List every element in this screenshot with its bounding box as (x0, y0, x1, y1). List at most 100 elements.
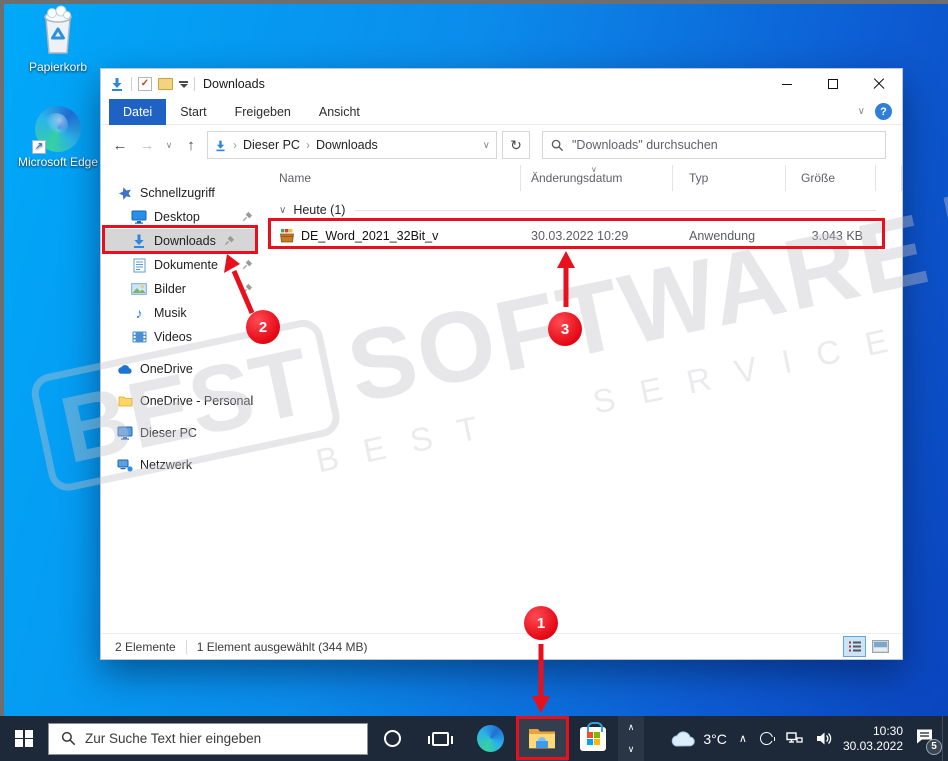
sidebar-item-desktop[interactable]: Desktop (101, 205, 269, 229)
forward-button[interactable]: → (136, 137, 158, 154)
sidebar-item-videos[interactable]: Videos (101, 325, 269, 349)
sidebar-item-onedrive[interactable]: OneDrive (101, 357, 269, 381)
cortana-button[interactable] (368, 716, 416, 761)
address-bar[interactable]: › Dieser PC › Downloads ∨ (207, 131, 497, 159)
minimize-button[interactable] (764, 69, 810, 99)
address-dropdown-icon[interactable]: ∨ (483, 140, 490, 151)
thumbnail-view-icon (872, 640, 889, 653)
desktop-icon-edge[interactable]: ↗ Microsoft Edge (14, 100, 102, 169)
column-header-name[interactable]: Name (269, 165, 521, 191)
explorer-window: ✓ Downloads Datei Start Freigeben Ansich… (100, 68, 903, 660)
downloads-icon (131, 233, 147, 249)
scroll-up-icon[interactable]: ∧ (628, 722, 635, 733)
breadcrumb-dieser-pc[interactable]: Dieser PC (243, 138, 300, 152)
column-header-typ[interactable]: Typ (673, 165, 786, 191)
new-folder-icon[interactable] (158, 78, 173, 90)
separator (194, 77, 195, 91)
task-view-button[interactable] (416, 716, 464, 761)
selection-info: 1 Element ausgewählt (344 MB) (196, 639, 368, 654)
screen-border-top (0, 0, 948, 4)
tab-datei[interactable]: Datei (109, 98, 167, 125)
folder-icon (117, 393, 133, 409)
file-list-pane: Name Änderungsdatum Typ Größe ∨ ∨ Heute … (269, 165, 902, 633)
thumbnail-view-button[interactable] (869, 636, 892, 657)
scroll-down-icon[interactable]: ∨ (628, 744, 635, 755)
taskbar: Zur Suche Text hier eingeben ∧ ∨ 3°C ∧ 1… (0, 716, 948, 761)
open-app-indicator (524, 757, 560, 760)
network-tray-icon[interactable] (786, 731, 803, 746)
sort-indicator-icon: ∨ (591, 165, 597, 174)
breadcrumb-separator: › (233, 138, 237, 152)
sidebar-item-dieser-pc[interactable]: Dieser PC (101, 421, 269, 445)
column-header-groesse[interactable]: Größe (786, 165, 876, 191)
taskbar-edge-button[interactable] (464, 716, 516, 761)
tab-start[interactable]: Start (166, 99, 220, 125)
sidebar-item-bilder[interactable]: Bilder (101, 277, 269, 301)
windows-logo-icon (15, 729, 33, 748)
action-center-button[interactable]: 5 (915, 728, 942, 755)
pin-icon (242, 259, 253, 270)
taskbar-search-box[interactable]: Zur Suche Text hier eingeben (48, 722, 368, 755)
title-bar: ✓ Downloads (101, 69, 902, 99)
file-row[interactable]: DE_Word_2021_32Bit_v 30.03.2022 10:29 An… (269, 224, 902, 247)
recent-locations-icon[interactable]: ∨ (163, 140, 175, 151)
collapse-group-icon[interactable]: ∨ (279, 205, 286, 216)
breadcrumb-downloads[interactable]: Downloads (316, 138, 378, 152)
sidebar-item-dokumente[interactable]: Dokumente (101, 253, 269, 277)
sidebar-item-musik[interactable]: ♪ Musik (101, 301, 269, 325)
sidebar-item-downloads[interactable]: Downloads (103, 229, 257, 253)
taskbar-store-button[interactable] (568, 716, 618, 761)
edge-icon (476, 725, 504, 752)
sidebar-item-netzwerk[interactable]: Netzwerk (101, 453, 269, 477)
tab-freigeben[interactable]: Freigeben (221, 99, 305, 125)
start-button[interactable] (0, 716, 48, 761)
close-icon (873, 78, 885, 90)
task-view-icon (427, 731, 453, 746)
tray-circle-icon[interactable] (759, 732, 775, 745)
clock-time: 10:30 (872, 723, 903, 738)
file-name: DE_Word_2021_32Bit_v (301, 228, 439, 243)
microsoft-store-icon (580, 721, 606, 751)
music-icon: ♪ (135, 305, 143, 321)
group-header-heute[interactable]: ∨ Heute (1) (279, 203, 876, 217)
taskbar-clock[interactable]: 10:30 30.03.2022 (843, 724, 903, 754)
taskbar-file-explorer-button[interactable] (516, 716, 568, 761)
desktop-icon-recycle-bin[interactable]: Papierkorb (14, 5, 102, 74)
documents-icon (131, 257, 147, 273)
separator (185, 639, 187, 654)
hidden-icons-chevron[interactable]: ∧ (739, 732, 747, 745)
expand-ribbon-icon[interactable]: ∨ (858, 106, 865, 117)
file-type: Anwendung (689, 228, 756, 243)
properties-check-icon[interactable]: ✓ (138, 77, 152, 91)
details-view-button[interactable] (843, 636, 866, 657)
explorer-search-box[interactable]: "Downloads" durchsuchen (542, 131, 886, 159)
column-headers: Name Änderungsdatum Typ Größe ∨ (269, 165, 902, 191)
up-button[interactable]: ↑ (180, 137, 202, 154)
close-button[interactable] (856, 69, 902, 99)
maximize-button[interactable] (810, 69, 856, 99)
file-size: 3.043 KB (811, 228, 863, 243)
tab-ansicht[interactable]: Ansicht (305, 99, 374, 125)
cloud-icon (672, 731, 696, 747)
desktop-icon-label: Papierkorb (28, 60, 88, 74)
refresh-button[interactable]: ↻ (502, 131, 530, 159)
sidebar-item-schnellzugriff[interactable]: Schnellzugriff (101, 181, 269, 205)
quick-access-star-icon (117, 185, 133, 201)
edge-logo-icon: ↗ (14, 100, 102, 154)
file-explorer-icon (529, 729, 555, 749)
customize-toolbar-icon[interactable] (179, 80, 188, 88)
show-desktop-button[interactable] (942, 716, 948, 761)
sidebar-item-onedrive-personal[interactable]: OneDrive - Personal (101, 389, 269, 413)
details-view-icon (848, 641, 861, 652)
installer-file-icon (280, 229, 294, 243)
back-button[interactable]: ← (109, 137, 131, 154)
weather-widget[interactable]: 3°C (670, 730, 727, 747)
breadcrumb-separator: › (305, 138, 310, 152)
taskbar-scroll-buttons[interactable]: ∧ ∨ (618, 716, 644, 761)
volume-icon[interactable] (816, 731, 833, 746)
help-button[interactable]: ? (875, 103, 892, 120)
search-icon (61, 731, 76, 746)
column-header-aenderungsdatum[interactable]: Änderungsdatum (521, 165, 673, 191)
search-placeholder: "Downloads" durchsuchen (572, 138, 718, 152)
ribbon-tab-bar: Datei Start Freigeben Ansicht ∨ ? (101, 98, 902, 125)
